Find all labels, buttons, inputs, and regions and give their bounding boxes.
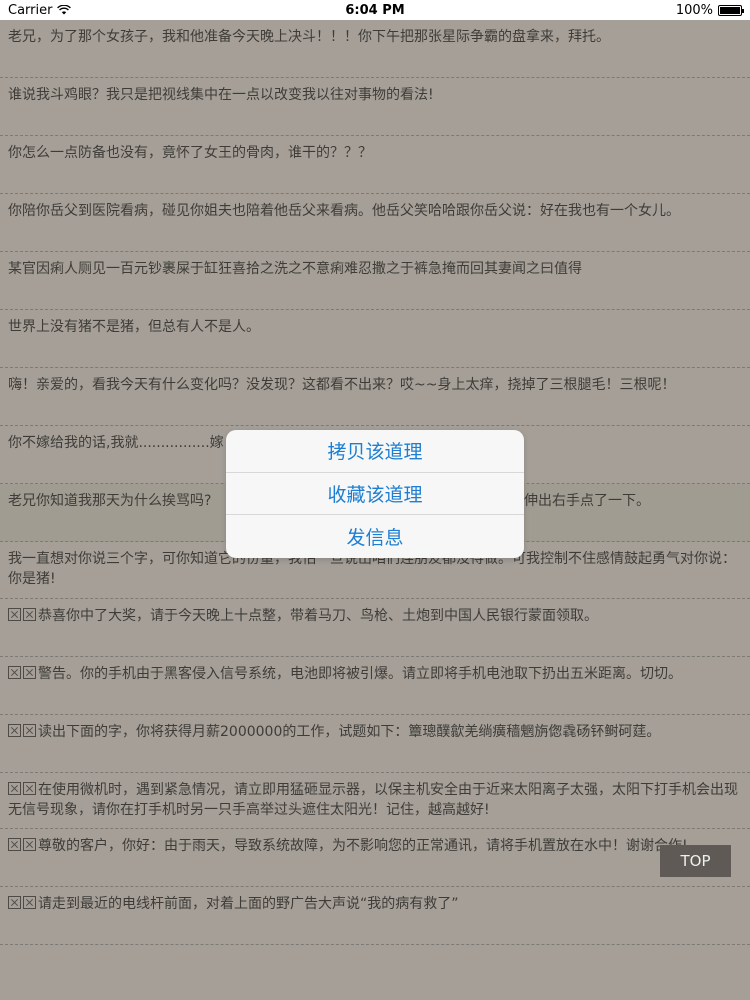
favorite-button[interactable]: 收藏该道理: [226, 473, 524, 516]
carrier-label: Carrier: [8, 2, 53, 18]
copy-button[interactable]: 拷贝该道理: [226, 430, 524, 473]
battery-icon: [718, 4, 744, 16]
status-bar: Carrier 6:04 PM 100%: [0, 0, 750, 20]
action-sheet: 拷贝该道理 收藏该道理 发信息: [226, 430, 524, 558]
clock: 6:04 PM: [345, 2, 405, 18]
battery-percent: 100%: [675, 2, 713, 18]
scroll-top-button[interactable]: TOP: [660, 845, 731, 877]
status-left: Carrier: [8, 2, 72, 18]
send-message-button[interactable]: 发信息: [226, 515, 524, 558]
status-right: 100%: [675, 2, 744, 18]
wifi-icon: [57, 5, 72, 15]
